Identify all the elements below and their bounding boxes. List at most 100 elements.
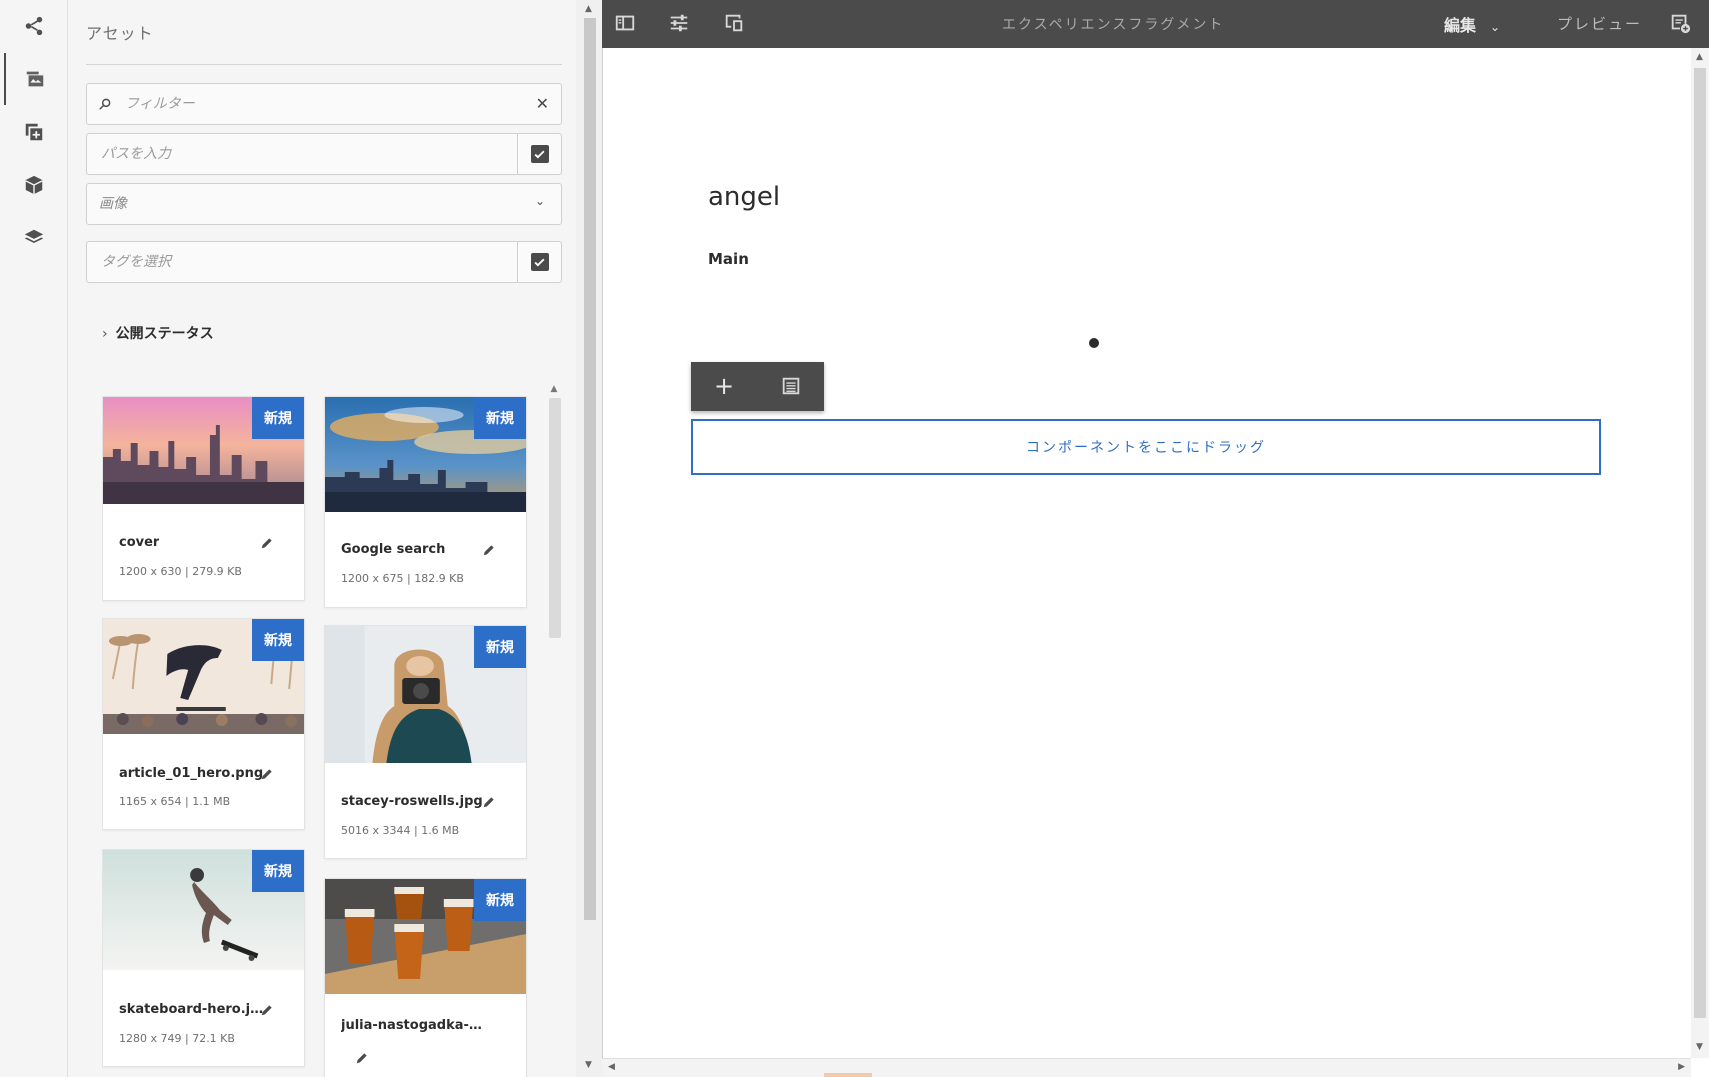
- page-properties-button[interactable]: [668, 12, 692, 36]
- asset-card[interactable]: 新規 stacey-roswells.jpg 5016 x 3344 | 1.6…: [324, 625, 527, 859]
- component-dropzone[interactable]: コンポーネントをここにドラッグ: [691, 419, 1601, 475]
- asset-card[interactable]: 新規 skateboard-hero.jpg 1280 x 749 | 72.1…: [102, 849, 305, 1067]
- edit-icon[interactable]: [482, 542, 498, 558]
- scroll-thumb[interactable]: [1694, 68, 1706, 1018]
- emulator-button[interactable]: [723, 12, 747, 36]
- asset-thumbnail: 新規: [325, 626, 526, 763]
- asset-meta: stacey-roswells.jpg 5016 x 3344 | 1.6 MB: [325, 763, 526, 860]
- scroll-up-arrow[interactable]: ▲: [1696, 52, 1703, 62]
- new-badge: 新規: [474, 879, 526, 921]
- layers-icon: [24, 229, 44, 244]
- chevron-down-icon: ⌄: [534, 194, 545, 208]
- fragment-subtitle[interactable]: Main: [708, 250, 749, 268]
- mode-select[interactable]: 編集 ⌄: [1444, 12, 1500, 36]
- grid-scroll-up-arrow[interactable]: ▲: [548, 384, 560, 394]
- scroll-thumb[interactable]: [824, 1073, 872, 1077]
- asset-dimensions: 5016 x 3344 | 1.6 MB: [341, 824, 460, 837]
- scroll-down-arrow[interactable]: ▼: [585, 1060, 592, 1070]
- scroll-thumb[interactable]: [584, 18, 596, 920]
- plus-icon: +: [713, 372, 735, 400]
- toggle-side-panel-button[interactable]: [614, 12, 638, 36]
- new-badge: 新規: [252, 619, 304, 661]
- publish-status-toggle[interactable]: › 公開ステータス: [102, 323, 214, 343]
- devices-icon: [725, 14, 743, 32]
- edit-icon[interactable]: [482, 794, 498, 810]
- asset-dimensions: 1200 x 630 | 279.9 KB: [119, 565, 242, 578]
- edit-icon[interactable]: [260, 766, 276, 782]
- share-icon: [25, 16, 43, 36]
- asset-card[interactable]: 新規 cover 1200 x 630 | 279.9 KB: [102, 396, 305, 601]
- asset-name: article_01_hero.png: [119, 766, 264, 781]
- path-input[interactable]: [99, 134, 509, 174]
- components-button[interactable]: [4, 106, 64, 158]
- content-tree-button[interactable]: [4, 159, 64, 211]
- chevron-down-icon: ⌄: [1490, 20, 1501, 34]
- cube-icon: [25, 175, 43, 195]
- asset-name: julia-nastogadka-32...: [341, 1018, 486, 1033]
- asset-card[interactable]: 新規 Google search 1200 x 675 | 182.9 KB: [324, 396, 527, 608]
- divider: [86, 64, 562, 65]
- tags-input[interactable]: [99, 242, 509, 282]
- panel-title: アセット: [86, 24, 154, 43]
- asset-card[interactable]: 新規 julia-nastogadka-32...: [324, 878, 527, 1077]
- list-icon: [782, 377, 800, 395]
- new-badge: 新規: [474, 397, 526, 439]
- preview-button[interactable]: プレビュー: [1557, 13, 1642, 34]
- scroll-right-arrow[interactable]: ▶: [1678, 1062, 1685, 1072]
- scroll-down-arrow[interactable]: ▼: [1696, 1042, 1703, 1052]
- assets-button[interactable]: [4, 53, 64, 105]
- asset-meta: cover 1200 x 630 | 279.9 KB: [103, 504, 304, 602]
- edit-icon[interactable]: [260, 535, 276, 551]
- edit-icon[interactable]: [355, 1050, 371, 1066]
- mode-select-label: 編集: [1444, 16, 1477, 35]
- paragraph-options-button[interactable]: [779, 374, 803, 398]
- asset-meta: julia-nastogadka-32...: [325, 994, 526, 1077]
- asset-card[interactable]: 新規 article_01_hero.png 1165 x 654 | 1.1 …: [102, 618, 305, 830]
- asset-type-value: 画像: [99, 196, 127, 212]
- share-button[interactable]: [4, 0, 64, 52]
- checkbox-icon: [530, 145, 549, 163]
- sliders-icon: [670, 14, 688, 32]
- asset-meta: article_01_hero.png 1165 x 654 | 1.1 MB: [103, 734, 304, 831]
- asset-name: Google search: [341, 542, 446, 557]
- asset-name: cover: [119, 535, 160, 550]
- new-badge: 新規: [252, 397, 304, 439]
- asset-thumbnail: 新規: [325, 397, 526, 512]
- edit-icon[interactable]: [260, 1002, 276, 1018]
- tags-picker-button[interactable]: [517, 242, 561, 282]
- editor-horizontal-scrollbar[interactable]: ◀ ▶: [602, 1058, 1691, 1077]
- asset-meta: Google search 1200 x 675 | 182.9 KB: [325, 512, 526, 609]
- annotations-button[interactable]: [1669, 12, 1693, 36]
- asset-dimensions: 1200 x 675 | 182.9 KB: [341, 572, 464, 585]
- asset-type-select[interactable]: 画像 ⌄: [86, 183, 562, 225]
- path-field: [86, 133, 562, 175]
- filter-field: ✕: [86, 83, 562, 125]
- components-icon: [25, 123, 43, 141]
- asset-grid: 新規 cover 1200 x 630 | 279.9 KB 新規 Google…: [102, 386, 534, 1077]
- asset-dimensions: 1165 x 654 | 1.1 MB: [119, 795, 231, 808]
- asset-meta: skateboard-hero.jpg 1280 x 749 | 72.1 KB: [103, 970, 304, 1068]
- insert-component-button[interactable]: +: [712, 372, 736, 400]
- publish-status-label: 公開ステータス: [115, 326, 214, 342]
- chevron-right-icon: ›: [102, 326, 108, 342]
- layers-button[interactable]: [4, 212, 64, 264]
- editor-toolbar: エクスペリエンスフラグメント 編集 ⌄ プレビュー: [602, 0, 1709, 48]
- scroll-left-arrow[interactable]: ◀: [608, 1062, 615, 1072]
- asset-panel: アセット ✕ 画像 ⌄ › 公開ステータス: [68, 0, 576, 1077]
- asset-thumbnail: 新規: [325, 879, 526, 994]
- path-browse-button[interactable]: [517, 134, 561, 174]
- search-icon: [99, 98, 111, 110]
- asset-name: skateboard-hero.jpg: [119, 1002, 264, 1017]
- grid-scrollbar[interactable]: [549, 398, 561, 638]
- panel-scrollbar[interactable]: ▲ ▼: [576, 0, 602, 1077]
- annotation-icon: [1671, 14, 1691, 34]
- assets-icon: [26, 71, 44, 87]
- editor-vertical-scrollbar[interactable]: ▲ ▼: [1691, 48, 1709, 1058]
- clear-icon[interactable]: ✕: [536, 94, 549, 113]
- asset-thumbnail: 新規: [103, 850, 304, 970]
- scroll-up-arrow[interactable]: ▲: [585, 4, 592, 14]
- filter-input[interactable]: [123, 84, 523, 124]
- fragment-title[interactable]: angel: [708, 182, 780, 212]
- side-panel-icon: [615, 15, 635, 31]
- asset-name: stacey-roswells.jpg: [341, 794, 483, 809]
